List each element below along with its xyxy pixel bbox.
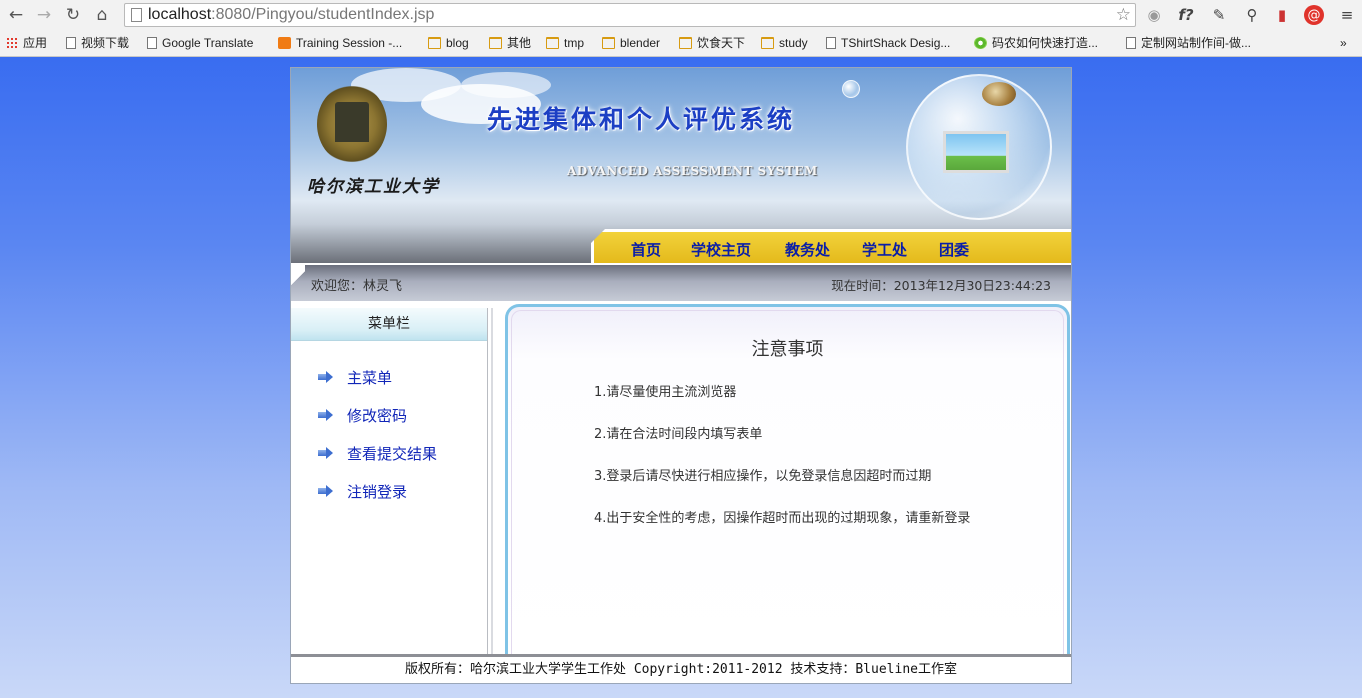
bookmark-apps[interactable]: 应用	[6, 34, 47, 52]
reload-icon[interactable]: ↻	[62, 4, 84, 26]
folder-icon	[489, 37, 502, 49]
bookmark-item[interactable]: Training Session -...	[278, 34, 402, 52]
bubble-decoration	[842, 80, 860, 98]
arrow-right-icon	[318, 371, 333, 383]
bookmark-item[interactable]: TShirtShack Desig...	[826, 34, 950, 52]
folder-icon	[428, 37, 441, 49]
university-emblem-icon	[317, 84, 387, 164]
bookmark-folder[interactable]: tmp	[546, 34, 584, 52]
status-bar: 欢迎您：林灵飞 现在时间：2013年12月30日23:44:23	[291, 265, 1071, 301]
green-icon	[974, 37, 987, 49]
bookmark-red-icon[interactable]: ▮	[1272, 5, 1292, 25]
page-container: 哈尔滨工业大学 先进集体和个人评优系统 ADVANCED ASSESSMENT …	[290, 67, 1072, 684]
notice-item: 2.请在合法时间段内填写表单	[594, 427, 763, 442]
apps-icon	[6, 37, 18, 49]
nav-school-home[interactable]: 学校主页	[691, 239, 751, 260]
at-icon[interactable]: @	[1304, 5, 1324, 25]
menu-item-main[interactable]: 主菜单	[318, 366, 392, 388]
sidebar-title: 菜单栏	[291, 308, 487, 341]
folder-icon	[761, 37, 774, 49]
forward-icon[interactable]: →	[33, 4, 55, 26]
pen-icon[interactable]: ✎	[1209, 5, 1229, 25]
bookmark-item[interactable]: 码农如何快速打造...	[974, 34, 1098, 52]
url-text: localhost:8080/Pingyou/studentIndex.jsp	[148, 6, 435, 23]
folder-icon	[602, 37, 615, 49]
bookmark-folder[interactable]: 其他	[489, 34, 531, 52]
bookmarks-overflow-button[interactable]: »	[1340, 34, 1347, 52]
orange-icon	[278, 37, 291, 49]
globe-icon[interactable]: ◉	[1144, 5, 1164, 25]
arrow-right-icon	[318, 485, 333, 497]
notice-title: 注意事项	[751, 339, 824, 360]
back-icon[interactable]: ←	[5, 4, 27, 26]
bookmark-item[interactable]: 视频下载	[66, 34, 129, 52]
notice-item: 1.请尽量使用主流浏览器	[594, 385, 737, 400]
header-banner: 哈尔滨工业大学 先进集体和个人评优系统 ADVANCED ASSESSMENT …	[291, 68, 1071, 263]
bookmark-item[interactable]: 定制网站制作间-做...	[1126, 34, 1251, 52]
menu-icon[interactable]: ≡	[1337, 5, 1357, 25]
page-icon	[66, 37, 76, 49]
snail-icon	[982, 82, 1016, 106]
menu-item-view-results[interactable]: 查看提交结果	[318, 442, 437, 464]
bookmark-star-icon[interactable]: ☆	[1116, 4, 1131, 26]
home-icon[interactable]: ⌂	[91, 4, 113, 26]
browser-chrome: ← → ↻ ⌂ localhost:8080/Pingyou/studentIn…	[0, 0, 1362, 57]
page-icon	[1126, 37, 1136, 49]
notice-panel: 注意事项 1.请尽量使用主流浏览器 2.请在合法时间段内填写表单 3.登录后请尽…	[505, 304, 1070, 656]
address-bar[interactable]: localhost:8080/Pingyou/studentIndex.jsp …	[124, 3, 1136, 27]
page-icon	[147, 37, 157, 49]
formula-icon[interactable]: f?	[1176, 5, 1196, 25]
notice-item: 3.登录后请尽快进行相应操作，以免登录信息因超时而过期	[594, 469, 932, 484]
page-icon	[131, 8, 142, 22]
main-nav: 首页 学校主页 教务处 学工处 团委	[591, 229, 1071, 263]
current-time: 现在时间：2013年12月30日23:44:23	[831, 278, 1051, 293]
computer-icon	[943, 131, 1009, 173]
eyedropper-icon[interactable]: ⚲	[1242, 5, 1262, 25]
globe-illustration	[906, 74, 1052, 220]
nav-student-affairs[interactable]: 学工处	[862, 239, 907, 260]
welcome-text: 欢迎您：林灵飞	[311, 279, 403, 294]
bookmark-folder[interactable]: blog	[428, 34, 469, 52]
bookmark-folder[interactable]: study	[761, 34, 808, 52]
folder-icon	[546, 37, 559, 49]
bookmarks-bar: 应用 视频下载 Google Translate Training Sessio…	[0, 30, 1362, 56]
arrow-right-icon	[318, 447, 333, 459]
bookmark-item[interactable]: Google Translate	[147, 34, 253, 52]
bookmark-folder[interactable]: blender	[602, 34, 660, 52]
nav-home[interactable]: 首页	[631, 239, 661, 260]
notice-item: 4.出于安全性的考虑，因操作超时而出现的过期现象，请重新登录	[594, 511, 971, 526]
folder-icon	[679, 37, 692, 49]
university-name: 哈尔滨工业大学	[307, 177, 440, 197]
sidebar: 菜单栏 主菜单 修改密码 查看提交结果 注销登录	[291, 308, 493, 654]
system-title: 先进集体和个人评优系统	[486, 105, 795, 134]
page-icon	[826, 37, 836, 49]
cloud-decoration	[461, 72, 551, 98]
arrow-right-icon	[318, 409, 333, 421]
nav-youth-league[interactable]: 团委	[939, 239, 969, 260]
menu-item-change-password[interactable]: 修改密码	[318, 404, 407, 426]
menu-item-logout[interactable]: 注销登录	[318, 480, 407, 502]
system-subtitle: ADVANCED ASSESSMENT SYSTEM	[567, 164, 818, 178]
browser-toolbar: ← → ↻ ⌂ localhost:8080/Pingyou/studentIn…	[0, 0, 1362, 30]
bookmark-folder[interactable]: 饮食天下	[679, 34, 745, 52]
footer: 版权所有：哈尔滨工业大学学生工作处 Copyright:2011-2012 技术…	[291, 654, 1071, 683]
nav-academic-affairs[interactable]: 教务处	[785, 239, 830, 260]
